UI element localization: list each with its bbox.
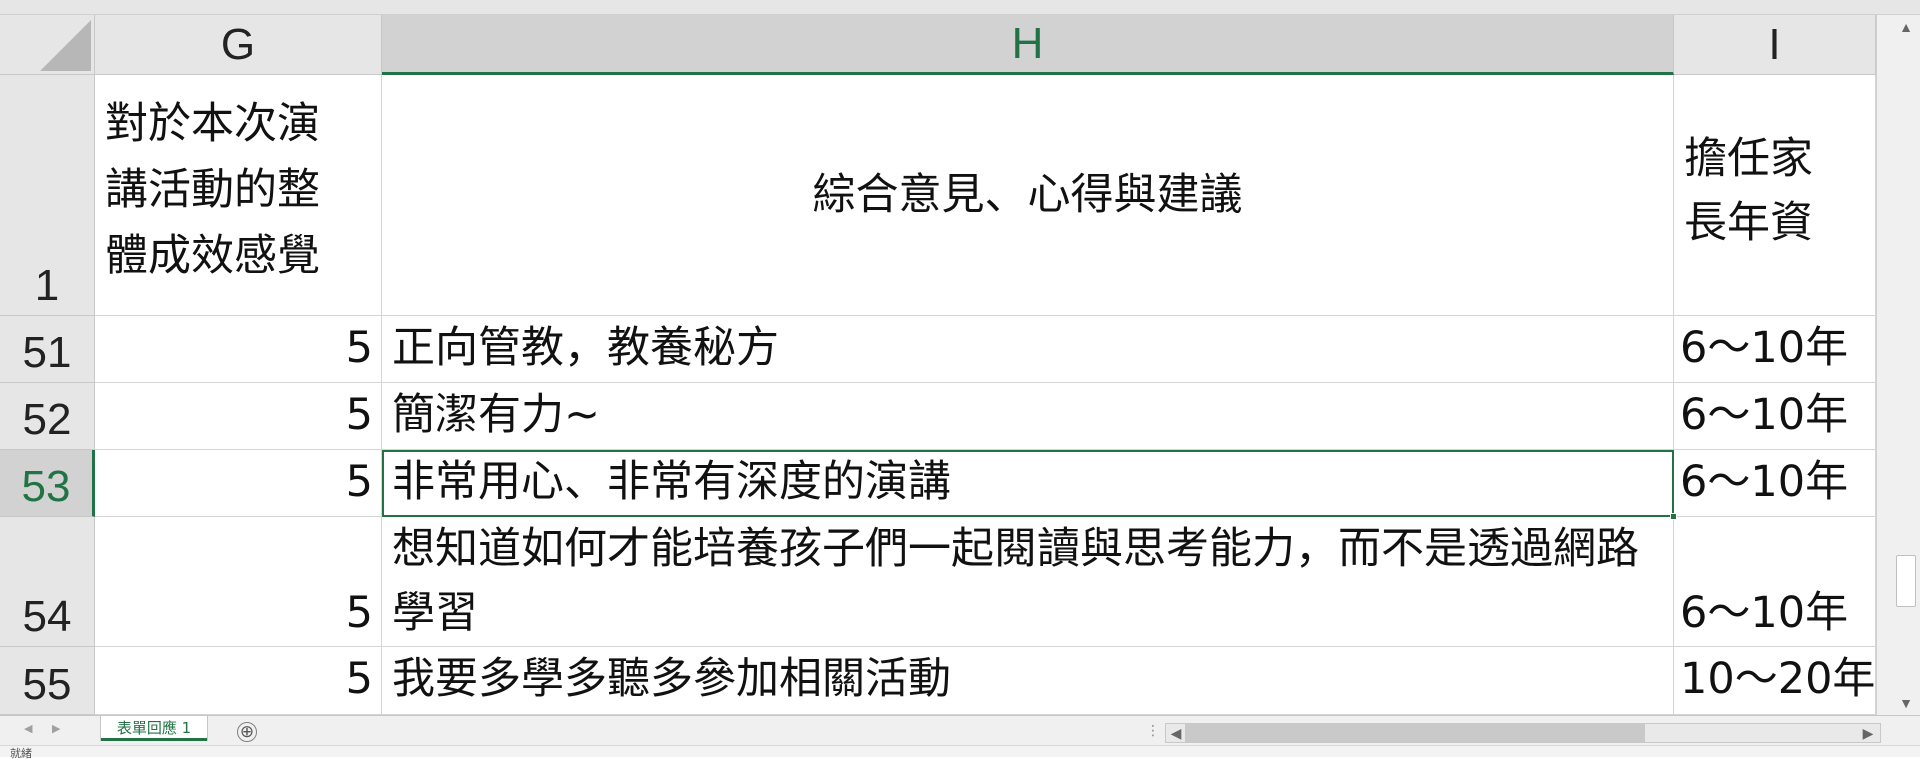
horizontal-scroll-thumb[interactable] [1185, 724, 1645, 742]
cell-h54-text: 想知道如何才能培養孩子們一起閱讀與思考能力，而不是透過網路學習 [392, 524, 1639, 638]
tab-scroll-left-icon[interactable]: ◀ [24, 722, 32, 735]
row-header-55[interactable]: 55 [0, 647, 95, 715]
row-header-53[interactable]: 53 [0, 450, 95, 517]
cell-h53-active[interactable]: 非常用心、非常有深度的演講 [382, 450, 1674, 517]
scroll-up-arrow-icon[interactable]: ▲ [1896, 17, 1916, 37]
sheet-tab[interactable]: 表單回應 1 [101, 716, 207, 741]
status-text: 就緒 [10, 748, 32, 760]
cell-i55[interactable]: 10～20年 [1674, 647, 1876, 715]
cell-g53[interactable]: 5 [95, 450, 382, 517]
tab-splitter-icon[interactable]: ⋮ [1146, 722, 1160, 739]
cell-h54[interactable]: 想知道如何才能培養孩子們一起閱讀與思考能力，而不是透過網路學習 [382, 517, 1674, 647]
cell-h1-text: 綜合意見、心得與建議 [812, 170, 1243, 220]
cell-i54[interactable]: 6～10年 [1674, 517, 1876, 647]
cell-h52[interactable]: 簡潔有力~ [382, 383, 1674, 450]
cell-g55[interactable]: 5 [95, 647, 382, 715]
select-all-triangle-icon [40, 20, 91, 71]
fill-handle[interactable] [1670, 513, 1677, 520]
add-sheet-icon[interactable]: ⊕ [237, 722, 257, 742]
cell-g54[interactable]: 5 [95, 517, 382, 647]
vertical-scroll-thumb[interactable] [1896, 555, 1916, 607]
cell-i1[interactable]: 擔任家長年資 [1674, 75, 1876, 316]
cell-i51[interactable]: 6～10年 [1674, 316, 1876, 383]
cell-g1[interactable]: 對於本次演講活動的整體成效感覺 [95, 75, 382, 316]
cell-h55[interactable]: 我要多學多聽多參加相關活動 [382, 647, 1674, 715]
cell-g51[interactable]: 5 [95, 316, 382, 383]
column-header-g[interactable]: G [95, 15, 382, 75]
status-bar: 就緒 [0, 745, 1920, 760]
tab-scroll-right-icon[interactable]: ▶ [52, 722, 60, 735]
cell-i53[interactable]: 6～10年 [1674, 450, 1876, 517]
vertical-scrollbar[interactable] [1876, 15, 1920, 715]
row-header-54[interactable]: 54 [0, 517, 95, 647]
column-header-h[interactable]: H [382, 15, 1674, 75]
scroll-down-arrow-icon[interactable]: ▼ [1896, 693, 1916, 713]
ribbon-strip [0, 0, 1920, 15]
cell-h51[interactable]: 正向管教，教養秘方 [382, 316, 1674, 383]
row-header-52[interactable]: 52 [0, 383, 95, 450]
cell-g52[interactable]: 5 [95, 383, 382, 450]
cell-i52[interactable]: 6～10年 [1674, 383, 1876, 450]
row-header-51[interactable]: 51 [0, 316, 95, 383]
cell-i1-text: 擔任家長年資 [1684, 134, 1813, 248]
column-header-i[interactable]: I [1674, 15, 1876, 75]
cell-g1-text: 對於本次演講活動的整體成效感覺 [105, 99, 320, 281]
scroll-left-arrow-icon[interactable]: ◀ [1166, 723, 1186, 743]
row-header-1[interactable]: 1 [0, 75, 95, 316]
scroll-right-arrow-icon[interactable]: ▶ [1858, 723, 1878, 743]
cell-h1[interactable]: 綜合意見、心得與建議 [382, 75, 1674, 316]
